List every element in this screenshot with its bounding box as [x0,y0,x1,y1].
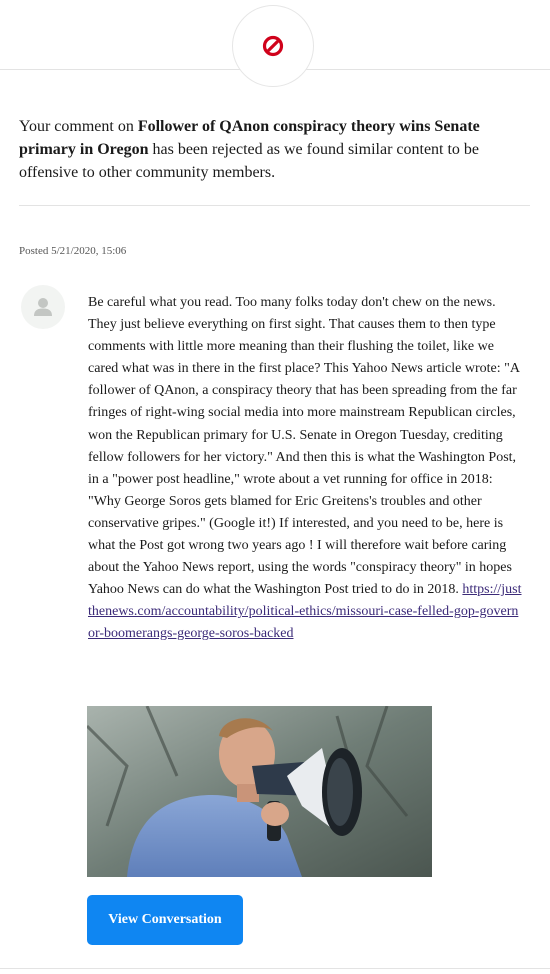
view-conversation-button[interactable]: View Conversation [87,895,243,945]
bottom-divider [0,968,550,969]
posted-timestamp: Posted 5/21/2020, 15:06 [19,245,127,257]
comment-text: Be careful what you read. Too many folks… [88,295,520,598]
prohibited-icon [262,35,284,57]
avatar [21,285,65,329]
photo-illustration [87,706,432,877]
message-prefix: Your comment on [19,118,138,135]
user-avatar-icon [34,298,52,316]
comment-body: Be careful what you read. Too many folks… [88,292,523,646]
rejection-message: Your comment on Follower of QAnon conspi… [19,115,529,184]
man-with-megaphone-photo [87,706,432,877]
section-divider [19,205,530,206]
header [0,0,550,96]
status-badge [232,5,314,87]
